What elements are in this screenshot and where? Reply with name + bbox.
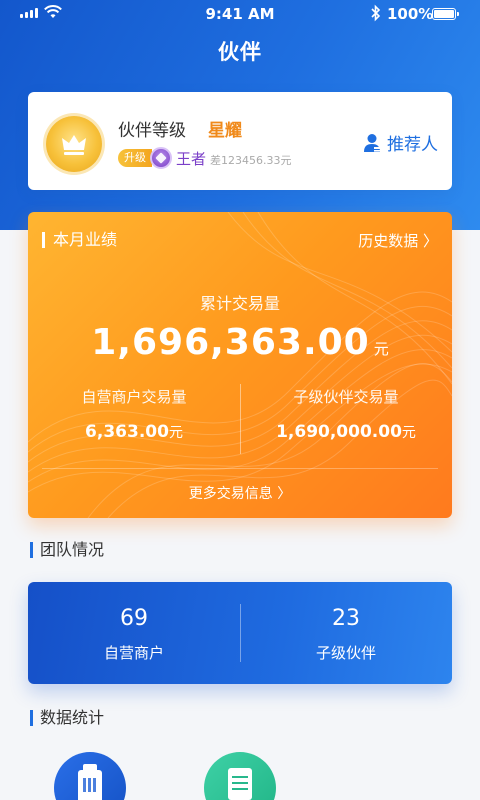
monthly-performance-card: 本月业绩 历史数据 〉 累计交易量 1,696,363.00 元 自营商户交易量 … <box>28 212 452 518</box>
child-partner-label[interactable]: 子级伙伴 <box>240 642 452 663</box>
total-volume-value: 1,696,363.00 元 <box>28 322 452 363</box>
upgrade-badge: 升级 <box>118 149 152 167</box>
page-title: 伙伴 <box>218 40 262 64</box>
status-bar: 9:41 AM 100% <box>0 0 480 28</box>
child-volume-value: 1,690,000.00元 <box>240 422 452 442</box>
self-volume-label: 自营商户交易量 <box>81 388 187 406</box>
child-partner-count[interactable]: 23 <box>240 606 452 631</box>
total-volume-label: 累计交易量 <box>199 294 280 313</box>
self-merchant-count[interactable]: 69 <box>28 606 240 631</box>
total-volume-unit: 元 <box>373 340 389 358</box>
upgrade-row: 升级 王者 差123456.33元 <box>118 147 292 169</box>
document-icon[interactable] <box>204 752 276 800</box>
child-volume-label: 子级伙伴交易量 <box>293 388 399 406</box>
child-volume-unit: 元 <box>401 425 416 441</box>
battery-percent: 100% <box>387 5 434 23</box>
pos-terminal-icon[interactable] <box>54 752 126 800</box>
recommender-link[interactable]: 推荐人 <box>363 130 438 155</box>
battery-icon <box>432 8 459 20</box>
bluetooth-icon <box>371 4 381 22</box>
team-card: 69 自营商户 23 子级伙伴 <box>28 582 452 684</box>
total-volume-number: 1,696,363.00 <box>91 322 370 363</box>
child-volume-number: 1,690,000.00 <box>276 422 402 442</box>
decorative-waves <box>28 212 452 518</box>
person-icon <box>364 133 380 152</box>
team-section-title: 团队情况 <box>30 542 104 558</box>
level-medal-icon <box>46 116 102 172</box>
history-data-link[interactable]: 历史数据 〉 <box>358 230 438 251</box>
self-volume-unit: 元 <box>168 425 183 441</box>
upgrade-difference: 差123456.33元 <box>210 153 292 167</box>
stats-section-title: 数据统计 <box>30 710 104 726</box>
level-value: 星耀 <box>208 121 242 141</box>
divider-line <box>42 468 438 469</box>
recommender-label: 推荐人 <box>387 135 438 155</box>
performance-title: 本月业绩 <box>42 232 117 248</box>
next-level-name: 王者 <box>176 149 207 168</box>
self-merchant-label[interactable]: 自营商户 <box>28 642 240 663</box>
king-level-icon <box>150 147 172 169</box>
self-volume-number: 6,363.00 <box>85 422 169 442</box>
partner-level-card[interactable]: 伙伴等级 星耀 升级 王者 差123456.33元 推荐人 <box>28 92 452 190</box>
level-label: 伙伴等级 <box>118 121 186 141</box>
self-volume-value: 6,363.00元 <box>28 422 240 442</box>
more-transactions-link[interactable]: 更多交易信息 〉 <box>28 483 452 503</box>
